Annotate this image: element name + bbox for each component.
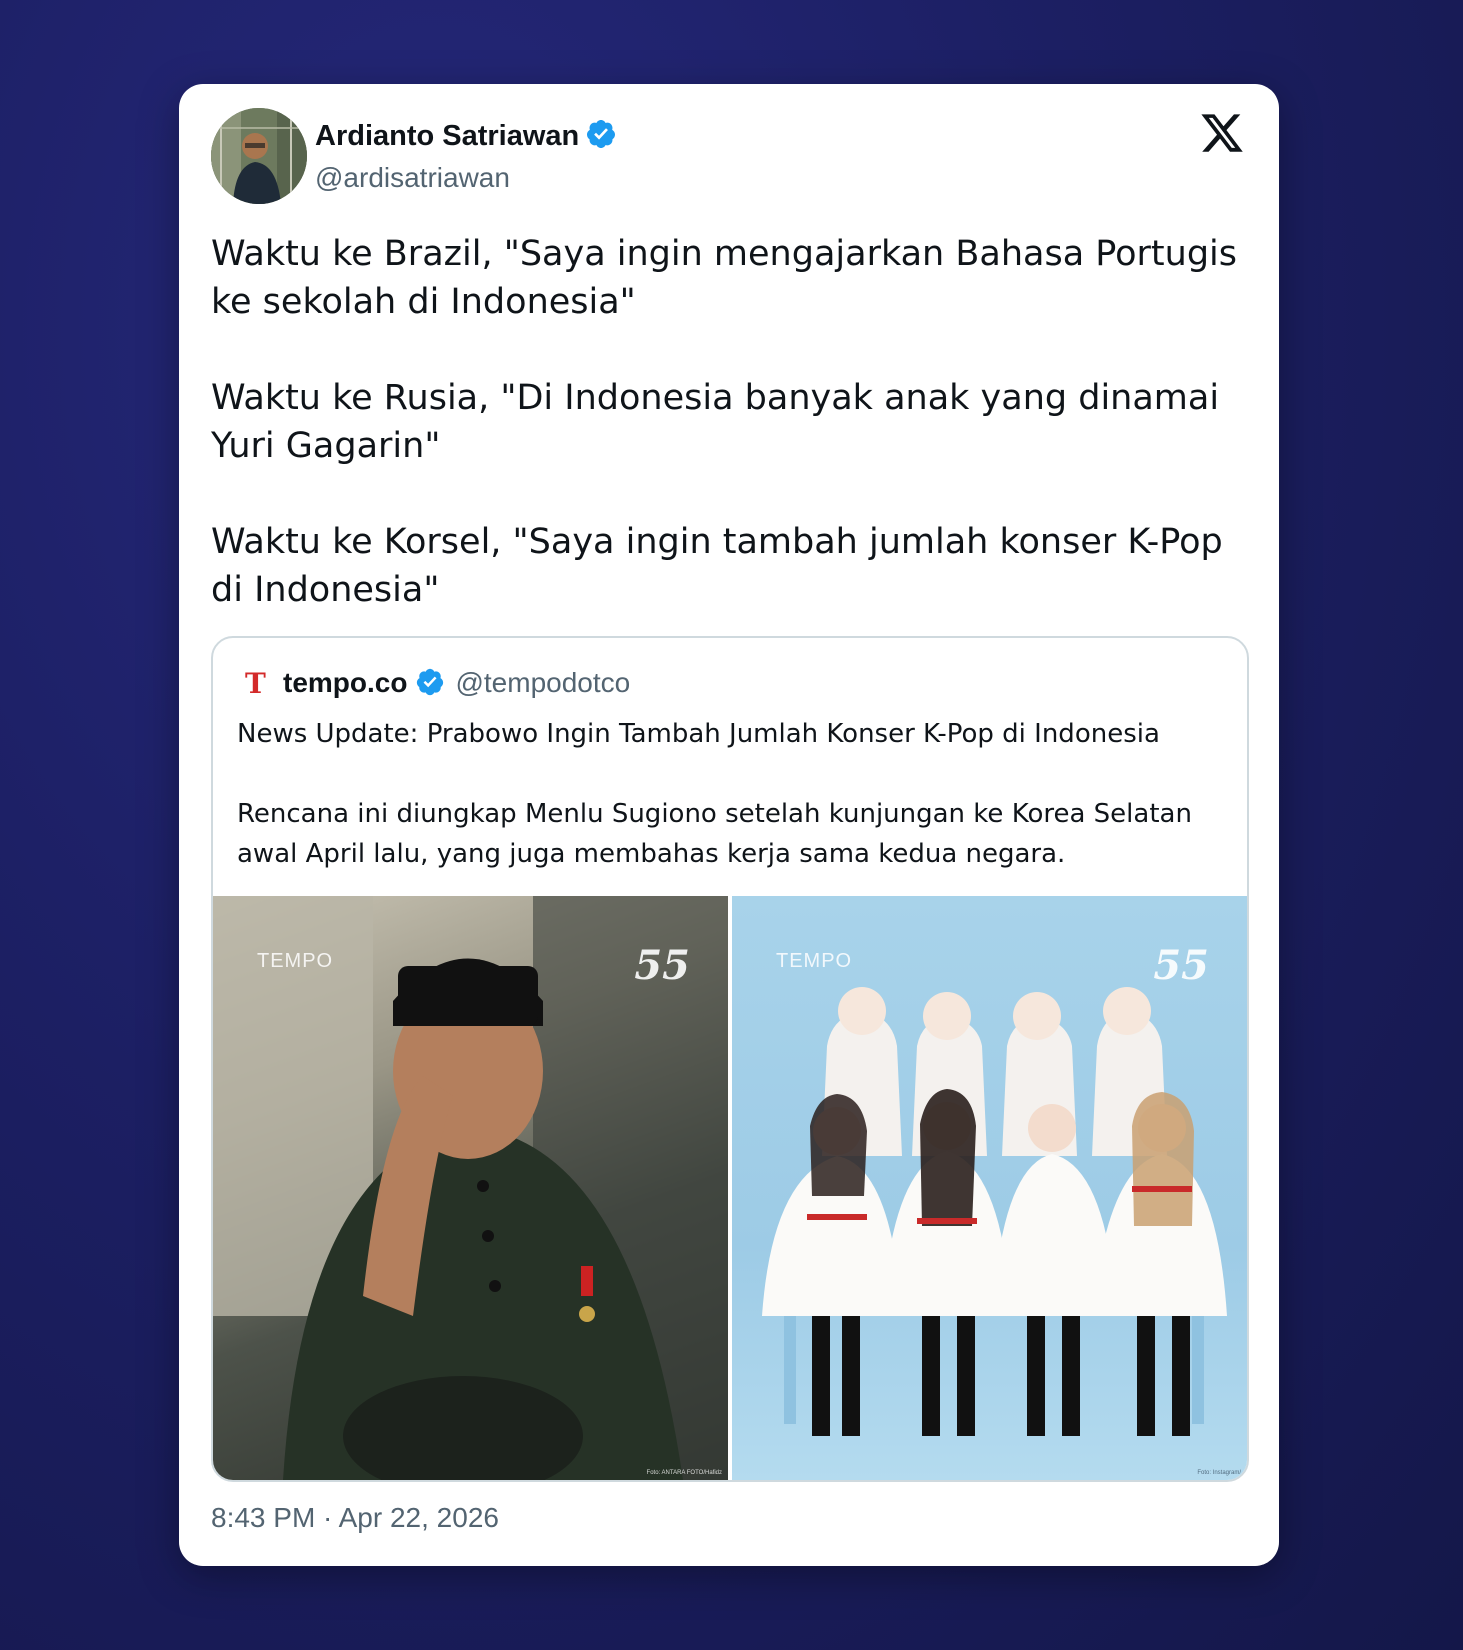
quoted-author-name[interactable]: tempo.co	[283, 667, 407, 699]
quoted-tweet-text: News Update: Prabowo Ingin Tambah Jumlah…	[237, 714, 1227, 874]
quoted-tweet[interactable]: T tempo.co @tempodotco News Update: Prab…	[211, 636, 1249, 1482]
quoted-author-handle[interactable]: @tempodotco	[455, 667, 630, 699]
anniversary-badge: 55	[634, 942, 690, 989]
quoted-paragraph: Rencana ini diungkap Menlu Sugiono setel…	[237, 799, 1192, 869]
tweet-paragraph: Waktu ke Korsel, "Saya ingin tambah juml…	[211, 522, 1223, 610]
anniversary-badge: 55	[1153, 942, 1209, 989]
avatar[interactable]	[211, 108, 307, 204]
quoted-tweet-header: T tempo.co @tempodotco	[245, 666, 630, 700]
verified-badge-icon	[585, 118, 617, 158]
author-handle[interactable]: @ardisatriawan	[315, 162, 510, 194]
tweet-paragraph: Waktu ke Rusia, "Di Indonesia banyak ana…	[211, 378, 1220, 466]
tweet-text: Waktu ke Brazil, "Saya ingin mengajarkan…	[211, 230, 1251, 614]
quoted-media: TEMPO 55 Foto: ANTARA FOTO/Hafidz TEMPO …	[213, 896, 1247, 1480]
tempo-logo-icon: T	[245, 666, 266, 700]
author-name-text: Ardianto Satriawan	[315, 120, 580, 152]
author-name[interactable]: Ardianto Satriawan	[315, 118, 617, 158]
image-watermark: TEMPO	[257, 950, 334, 972]
quoted-paragraph: News Update: Prabowo Ingin Tambah Jumlah…	[237, 719, 1160, 749]
x-logo-icon[interactable]	[1199, 110, 1245, 156]
tweet-timestamp[interactable]: 8:43 PM · Apr 22, 2026	[211, 1502, 499, 1534]
image-watermark: TEMPO	[776, 950, 853, 972]
media-image-kpop-group[interactable]: TEMPO 55 Foto: Instagram/	[732, 896, 1247, 1480]
tweet-paragraph: Waktu ke Brazil, "Saya ingin mengajarkan…	[211, 234, 1238, 322]
photo-credit: Foto: Instagram/	[1197, 1470, 1241, 1476]
tweet-card: Ardianto Satriawan @ardisatriawan Waktu …	[179, 84, 1279, 1566]
photo-credit: Foto: ANTARA FOTO/Hafidz	[646, 1470, 722, 1476]
verified-badge-icon	[415, 667, 445, 702]
media-image-politician[interactable]: TEMPO 55 Foto: ANTARA FOTO/Hafidz	[213, 896, 728, 1480]
